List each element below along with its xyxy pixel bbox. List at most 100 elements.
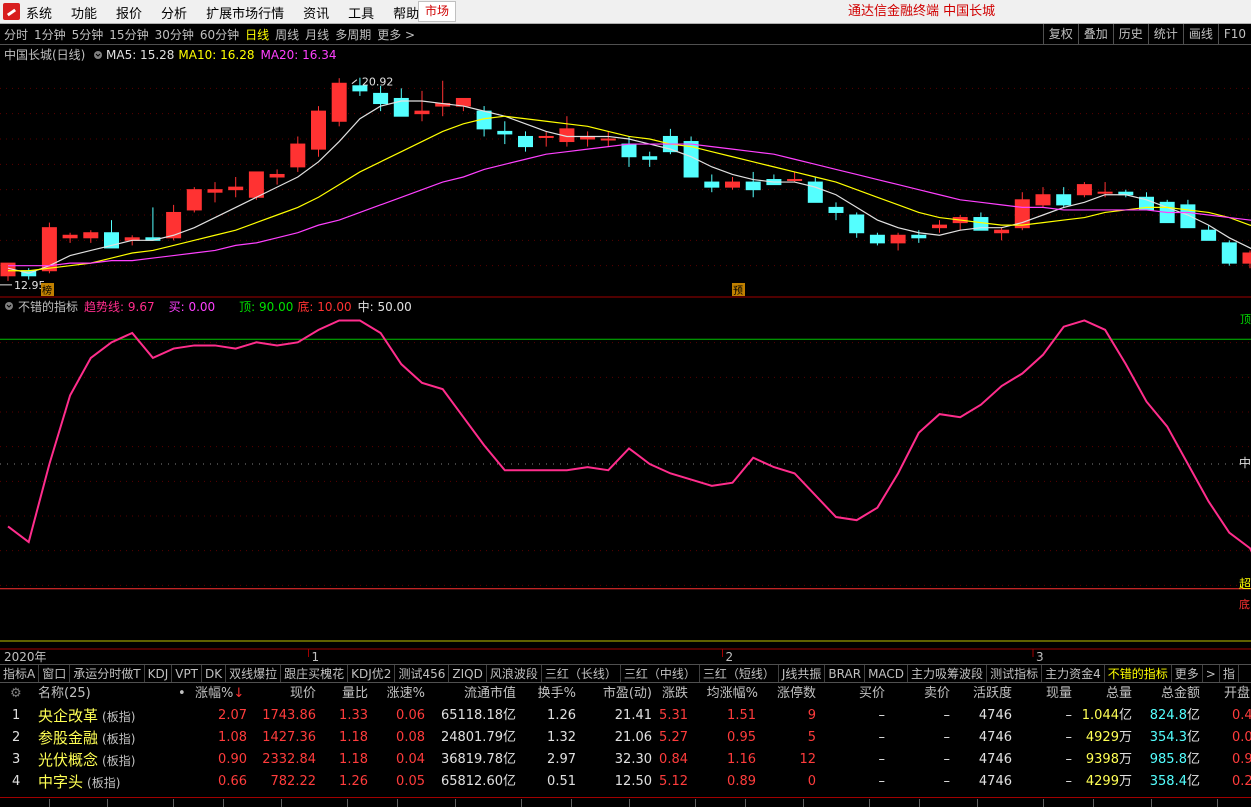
period-3[interactable]: 15分钟	[109, 26, 148, 43]
period-7[interactable]: 周线	[275, 26, 299, 43]
period-4[interactable]: 30分钟	[155, 26, 194, 43]
bottom-tab[interactable]	[224, 799, 282, 807]
period-10[interactable]: 更多 >	[377, 26, 415, 43]
menu-tools[interactable]: 工具	[348, 3, 374, 22]
indicator-dropdown-icon[interactable]	[5, 302, 13, 310]
indicator-tab-23[interactable]: >	[1203, 665, 1220, 682]
indicator-tab-14[interactable]: 三红（短线）	[700, 665, 779, 682]
period-6[interactable]: 日线	[245, 26, 269, 43]
col-bid[interactable]: 买价	[855, 683, 885, 705]
indicator-tab-21[interactable]: 不错的指标	[1105, 665, 1172, 682]
col-ask[interactable]: 卖价	[920, 683, 950, 705]
bottom-tab[interactable]	[398, 799, 456, 807]
table-row[interactable]: 3 光伏概念 (板指) 0.90 2332.84 1.18 0.04 2.97 32.30 0.8…	[0, 749, 1251, 771]
indicator-tab-10[interactable]: ZIQD	[449, 665, 487, 682]
col-amount[interactable]: 总金额	[1156, 683, 1200, 705]
indicator-tab-16[interactable]: BRAR	[825, 665, 866, 682]
period-1[interactable]: 1分钟	[34, 26, 66, 43]
menu-help[interactable]: 帮助	[393, 3, 419, 22]
bottom-tab[interactable]	[572, 799, 630, 807]
col-change-pct[interactable]: 涨幅%↓	[195, 683, 244, 705]
bottom-tab[interactable]	[804, 799, 870, 807]
indicator-tab-19[interactable]: 测试指标	[987, 665, 1043, 682]
indicator-tab-11[interactable]: 风浪波段	[487, 665, 542, 682]
sector-name[interactable]: 中字头 (板指)	[38, 771, 120, 795]
bottom-tab[interactable]	[630, 799, 696, 807]
bottom-tab[interactable]	[348, 799, 398, 807]
chart-area[interactable]: 中国长城(日线) MA5: 15.28 MA10: 16.28 MA20: 16.3…	[0, 45, 1251, 664]
col-vol-ratio[interactable]: 量比	[330, 683, 368, 705]
col-cur-vol[interactable]: 现量	[1040, 683, 1072, 705]
tool-button-3[interactable]: 统计	[1147, 24, 1183, 45]
bottom-tab[interactable]	[696, 799, 746, 807]
tool-button-4[interactable]: 画线	[1182, 24, 1218, 45]
tool-button-0[interactable]: 复权	[1042, 24, 1078, 45]
menu-analysis[interactable]: 分析	[161, 3, 187, 22]
bottom-tab[interactable]	[456, 799, 522, 807]
table-row[interactable]: 4 中字头 (板指) 0.66 782.22 1.26 0.05 0.51 12.50 5.12 0…	[0, 771, 1251, 793]
menu-extended-market[interactable]: 扩展市场行情	[206, 3, 284, 22]
indicator-tab-15[interactable]: J线共振	[779, 665, 826, 682]
indicator-tab-4[interactable]: VPT	[172, 665, 203, 682]
col-pe[interactable]: 市盈(动)	[588, 683, 652, 705]
indicator-tab-12[interactable]: 三红（长线）	[542, 665, 621, 682]
col-name[interactable]: 名称(25)	[38, 683, 91, 705]
indicator-tab-22[interactable]: 更多	[1172, 665, 1203, 682]
period-8[interactable]: 月线	[305, 26, 329, 43]
col-change[interactable]: 涨跌	[650, 683, 688, 705]
bottom-tab[interactable]	[174, 799, 224, 807]
indicator-tab-18[interactable]: 主力吸筹波段	[908, 665, 988, 682]
sector-name[interactable]: 央企改革 (板指)	[38, 705, 135, 729]
tool-button-1[interactable]: 叠加	[1077, 24, 1113, 45]
bottom-tab[interactable]	[978, 799, 1044, 807]
indicator-tab-3[interactable]: KDJ	[145, 665, 173, 682]
tool-button-5[interactable]: F10	[1217, 24, 1251, 45]
indicator-tab-7[interactable]: 跟庄买槐花	[281, 665, 349, 682]
col-float-mv[interactable]: 流通市值	[452, 683, 516, 705]
indicator-tab-1[interactable]: 窗口	[39, 665, 71, 682]
indicator-tab-6[interactable]: 双线爆拉	[226, 665, 282, 682]
indicator-tab-2[interactable]: 承运分时做T	[70, 665, 145, 682]
indicator-tab-13[interactable]: 三红（中线）	[621, 665, 700, 682]
indicator-tab-24[interactable]: 指	[1220, 665, 1239, 682]
col-limit-up[interactable]: 涨停数	[768, 683, 816, 705]
bottom-tab[interactable]	[1094, 799, 1152, 807]
col-open[interactable]: 开盘	[1224, 683, 1250, 705]
bottom-tab[interactable]	[1044, 799, 1094, 807]
bottom-tab[interactable]	[746, 799, 804, 807]
period-0[interactable]: 分时	[4, 26, 28, 43]
ma-dropdown-icon[interactable]	[94, 51, 102, 59]
col-avg-change[interactable]: 均涨幅%	[700, 683, 758, 705]
menu-system[interactable]: 系统	[26, 3, 52, 22]
period-9[interactable]: 多周期	[335, 26, 371, 43]
indicator-tab-5[interactable]: DK	[202, 665, 227, 682]
sector-name[interactable]: 光伏概念 (板指)	[38, 749, 135, 773]
bottom-tab[interactable]	[282, 799, 348, 807]
col-price[interactable]: 现价	[270, 683, 316, 705]
table-row[interactable]: 2 参股金融 (板指) 1.08 1427.36 1.18 0.08 1.32 21.06 5.2…	[0, 727, 1251, 749]
indicator-tab-9[interactable]: 测试456	[395, 665, 450, 682]
settings-gear-icon[interactable]: ⚙	[10, 683, 22, 705]
bottom-tab[interactable]	[108, 799, 174, 807]
tool-button-2[interactable]: 历史	[1112, 24, 1148, 45]
col-turnover[interactable]: 换手%	[534, 683, 576, 705]
indicator-tab-0[interactable]: 指标A	[0, 665, 40, 682]
col-activity[interactable]: 活跃度	[966, 683, 1012, 705]
menu-news[interactable]: 资讯	[303, 3, 329, 22]
bottom-tab[interactable]	[1152, 799, 1218, 807]
col-speed[interactable]: 涨速%	[383, 683, 425, 705]
indicator-tab-17[interactable]: MACD	[865, 665, 909, 682]
menu-quote[interactable]: 报价	[116, 3, 142, 22]
bottom-tab[interactable]	[0, 799, 50, 807]
indicator-tab-8[interactable]: KDJ优2	[348, 665, 396, 682]
bottom-tab[interactable]	[1218, 799, 1251, 807]
col-total-vol[interactable]: 总量	[1100, 683, 1132, 705]
bottom-tab[interactable]	[522, 799, 572, 807]
period-5[interactable]: 60分钟	[200, 26, 239, 43]
sector-name[interactable]: 参股金融 (板指)	[38, 727, 135, 751]
bottom-tab[interactable]	[870, 799, 920, 807]
indicator-tab-20[interactable]: 主力资金4	[1042, 665, 1105, 682]
bottom-tab[interactable]	[920, 799, 978, 807]
market-tab[interactable]: 市场	[418, 1, 456, 22]
bottom-tab[interactable]	[50, 799, 108, 807]
